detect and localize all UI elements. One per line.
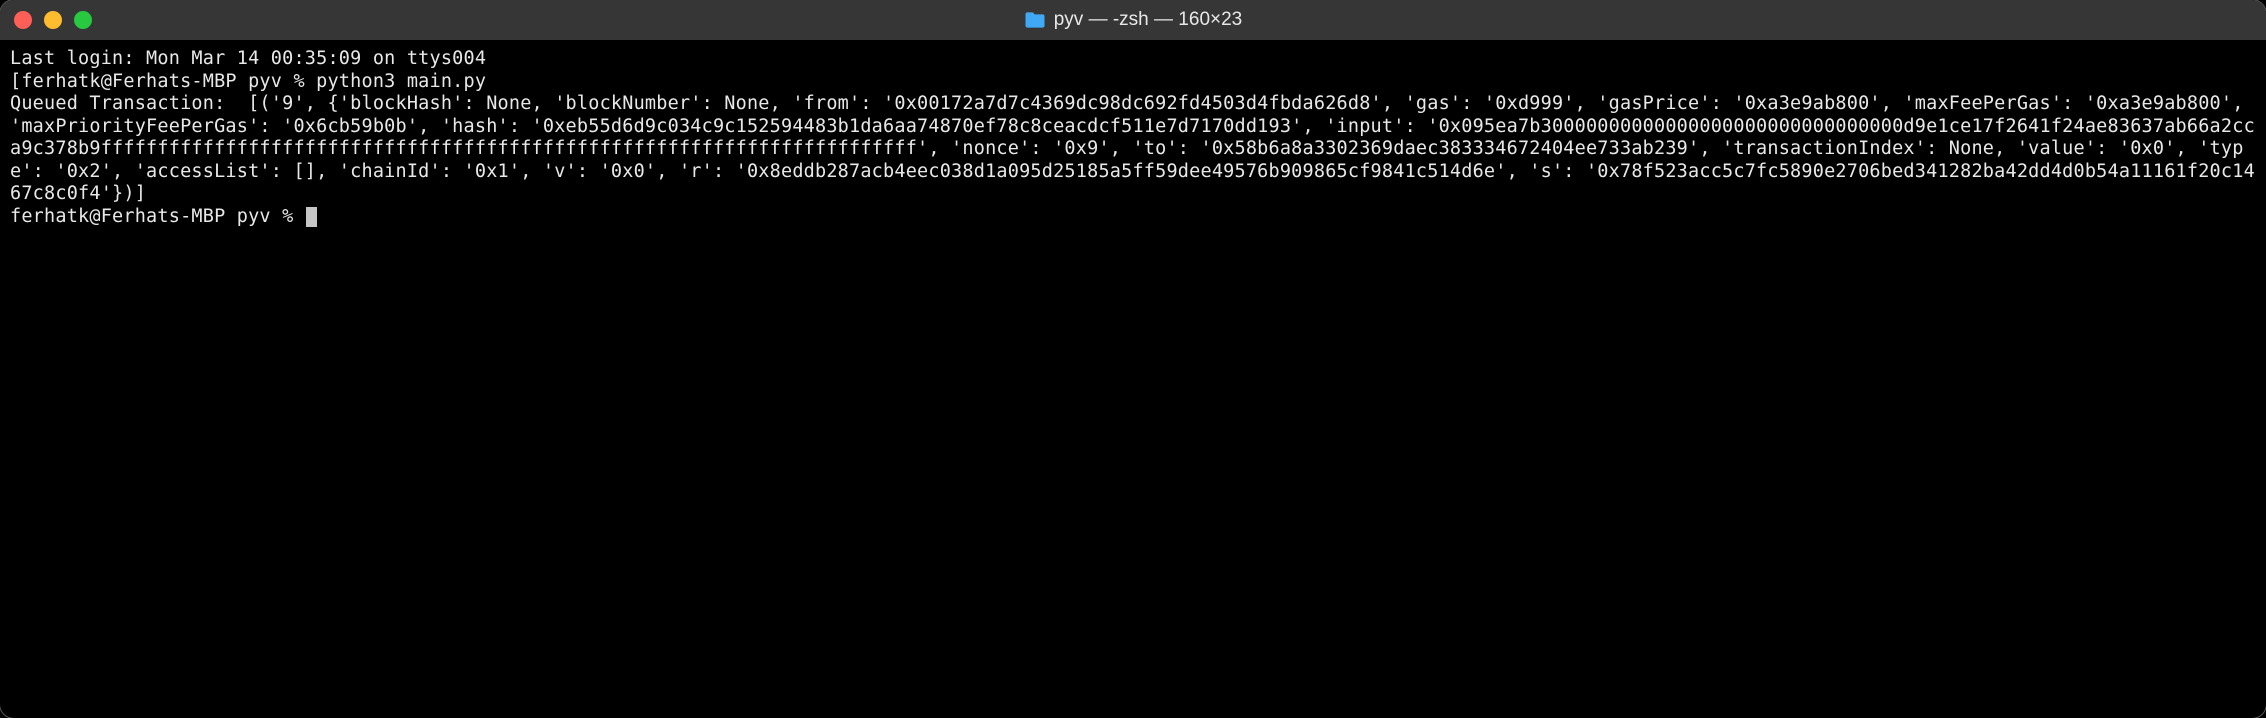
last-login-line: Last login: Mon Mar 14 00:35:09 on ttys0… [10, 48, 486, 69]
traffic-lights [14, 11, 92, 29]
zoom-button[interactable] [74, 11, 92, 29]
prompt-1-prefix: [ferhatk@Ferhats-MBP pyv % [10, 71, 316, 92]
cursor [306, 207, 317, 227]
close-button[interactable] [14, 11, 32, 29]
folder-icon [1024, 11, 1046, 29]
command-output: Queued Transaction: [('9', {'blockHash':… [10, 93, 2255, 204]
titlebar[interactable]: pyv — -zsh — 160×23 [0, 0, 2266, 40]
terminal-window: pyv — -zsh — 160×23 Last login: Mon Mar … [0, 0, 2266, 718]
window-title: pyv — -zsh — 160×23 [1054, 9, 1243, 31]
terminal-content[interactable]: Last login: Mon Mar 14 00:35:09 on ttys0… [0, 40, 2266, 237]
window-title-area: pyv — -zsh — 160×23 [0, 9, 2266, 31]
prompt-2: ferhatk@Ferhats-MBP pyv % [10, 206, 305, 227]
minimize-button[interactable] [44, 11, 62, 29]
prompt-1-command: python3 main.py [316, 71, 486, 92]
